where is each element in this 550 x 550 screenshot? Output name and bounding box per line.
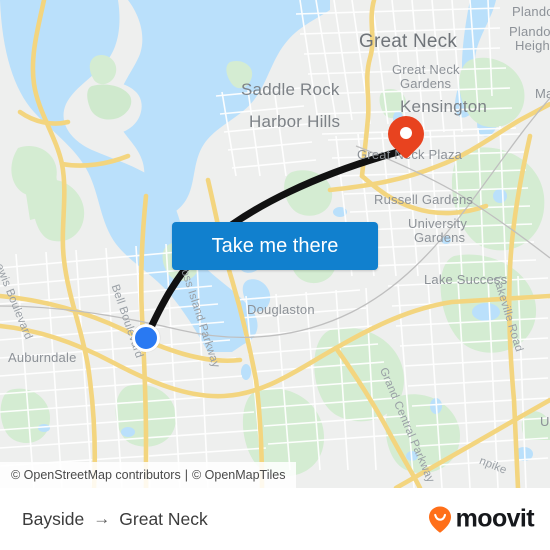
attribution-separator: |: [184, 468, 188, 482]
moovit-logo[interactable]: moovit: [427, 504, 535, 534]
moovit-trip-map-page: Great NeckPlandomePlandomeHeightsGreat N…: [0, 0, 550, 550]
moovit-pin-icon: [428, 506, 451, 533]
map-attribution: © OpenStreetMap contributors | © OpenMap…: [0, 462, 296, 488]
destination-marker[interactable]: [380, 108, 432, 162]
attribution-osm[interactable]: © OpenStreetMap contributors: [11, 468, 181, 482]
destination-pin-center: [400, 127, 412, 139]
arrow-icon: →: [93, 509, 111, 528]
take-me-there-button[interactable]: Take me there: [172, 222, 378, 270]
map-canvas[interactable]: Great NeckPlandomePlandomeHeightsGreat N…: [0, 0, 550, 488]
origin-marker[interactable]: [132, 324, 160, 352]
moovit-wordmark: moovit: [455, 504, 535, 533]
trip-origin: Bayside: [22, 508, 85, 529]
trip-destination: Great Neck: [119, 508, 208, 529]
attribution-openmaptiles[interactable]: © OpenMapTiles: [192, 468, 286, 482]
trip-summary: Bayside → Great Neck: [22, 509, 208, 530]
trip-footer: Bayside → Great Neck moovit: [0, 488, 550, 550]
